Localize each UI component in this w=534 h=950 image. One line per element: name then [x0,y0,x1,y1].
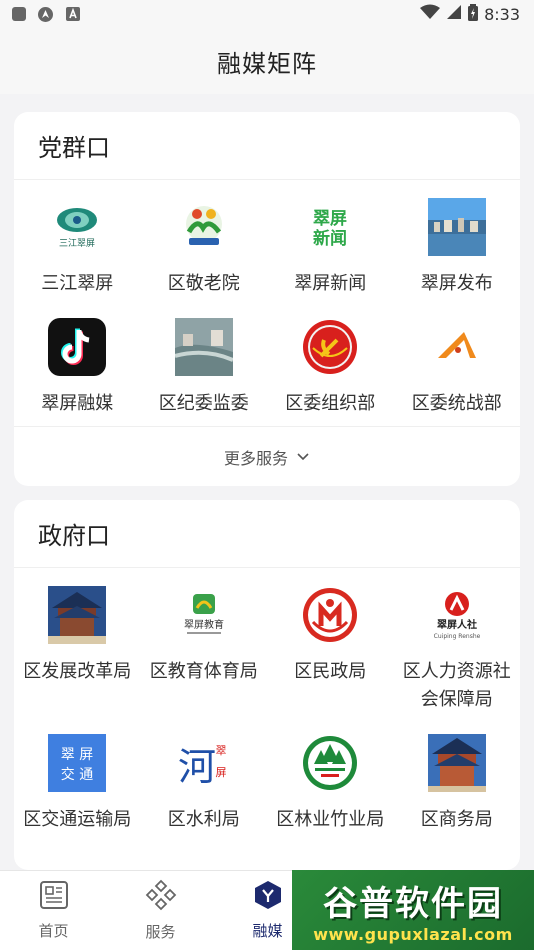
elderly-home-logo-icon [174,198,233,256]
forestry-logo-icon [301,734,360,792]
party-item-label: 区委统战部 [411,393,502,414]
svg-text:Cuiping Renshe: Cuiping Renshe [433,633,480,640]
commerce-logo-icon [427,734,486,792]
nav-home[interactable]: 首页 [0,871,107,950]
development-reform-logo-icon [48,586,107,644]
gov-item-transport[interactable]: 翠 屏 交 通 区交通运输局 [14,722,141,870]
home-doc-icon [39,880,69,914]
cuiping-news-logo-icon: 翠屏 新闻 [301,198,360,256]
chevron-down-icon [296,447,310,466]
party-item-label: 区委组织部 [285,393,376,414]
gov-item-human-resources[interactable]: 翠屏人社 Cuiping Renshe 区人力资源社会保障局 [394,574,521,722]
notification-square-icon [10,6,27,23]
svg-text:河: 河 [178,745,216,789]
gov-item-water-resources[interactable]: 河 翠 屏 区水利局 [141,722,268,870]
tiktok-logo-icon [48,318,107,376]
page-title: 融媒矩阵 [217,49,317,78]
discipline-commission-logo-icon [174,318,233,376]
gov-item-forestry[interactable]: 区林业竹业局 [267,722,394,870]
gov-grid: 区发展改革局 翠屏教育 区教育体育局 区民政局 翠屏人社 Cuiping Ren… [14,568,520,870]
svg-text:交 通: 交 通 [61,766,93,783]
party-emblem-icon [301,318,360,376]
svg-text:屏: 屏 [215,766,226,779]
media-hex-icon [253,880,283,914]
gov-item-label: 区林业竹业局 [276,809,385,830]
water-resources-logo-icon: 河 翠 屏 [174,734,233,792]
cuiping-release-logo-icon [427,198,486,256]
gov-item-label: 区商务局 [420,809,493,830]
transport-logo-icon: 翠 屏 交 通 [48,734,107,792]
party-item-discipline-commission[interactable]: 区纪委监委 [141,306,268,426]
party-item-label: 翠屏融媒 [41,393,114,414]
party-item-organization[interactable]: 区委组织部 [267,306,394,426]
party-grid: 三江翠屏 三江翠屏 区敬老院 翠屏 新闻 翠屏新闻 翠屏发布 翠屏融媒 区纪委监… [14,180,520,426]
more-services-label: 更多服务 [223,448,288,468]
party-item-label: 翠屏发布 [420,273,493,294]
title-bar: 融媒矩阵 [0,28,534,94]
party-item-cuiping-news[interactable]: 翠屏 新闻 翠屏新闻 [267,186,394,306]
party-item-label: 翠屏新闻 [294,273,367,294]
services-diamond-icon [145,879,177,915]
party-item-label: 三江翠屏 [41,273,114,294]
party-item-cuiping-release[interactable]: 翠屏发布 [394,186,521,306]
gov-section-card: 政府口 区发展改革局 翠屏教育 区教育体育局 区民政局 翠屏人社 Cuiping… [14,500,520,870]
gov-item-label: 区民政局 [294,661,367,682]
civil-affairs-logo-icon [301,586,360,644]
gov-item-label: 区发展改革局 [23,661,132,682]
party-item-label: 区敬老院 [167,273,240,294]
font-app-icon [64,6,81,23]
watermark-url: www.gupuxlazal.com [313,925,513,944]
gov-item-civil-affairs[interactable]: 区民政局 [267,574,394,722]
party-section-card: 党群口 三江翠屏 三江翠屏 区敬老院 翠屏 新闻 翠屏新闻 翠屏发布 翠屏融媒 … [14,112,520,486]
sanjiang-cuiping-logo-icon: 三江翠屏 [48,198,107,256]
human-resources-logo-icon: 翠屏人社 Cuiping Renshe [427,586,486,644]
party-item-cuiping-media[interactable]: 翠屏融媒 [14,306,141,426]
wifi-icon [420,4,441,24]
gov-item-development-reform[interactable]: 区发展改革局 [14,574,141,722]
gov-item-commerce[interactable]: 区商务局 [394,722,521,870]
section-title: 政府口 [38,522,110,550]
gov-item-label: 区教育体育局 [149,661,258,682]
svg-text:翠: 翠 [215,744,226,757]
svg-text:翠屏教育: 翠屏教育 [184,618,224,631]
watermark-banner: 谷普软件园 www.gupuxlazal.com [292,870,534,950]
gov-item-label: 区交通运输局 [23,809,132,830]
status-bar: 8:33 [0,0,534,28]
nav-services[interactable]: 服务 [107,871,214,950]
nav-media-label: 融媒 [252,922,283,940]
nav-home-label: 首页 [38,922,69,940]
united-front-logo-icon [427,318,486,376]
svg-text:新闻: 新闻 [313,228,347,249]
party-item-sanjiang-cuiping[interactable]: 三江翠屏 三江翠屏 [14,186,141,306]
education-sports-logo-icon: 翠屏教育 [174,586,233,644]
gov-item-education-sports[interactable]: 翠屏教育 区教育体育局 [141,574,268,722]
main-content[interactable]: 党群口 三江翠屏 三江翠屏 区敬老院 翠屏 新闻 翠屏新闻 翠屏发布 翠屏融媒 … [0,94,534,870]
nav-services-label: 服务 [145,923,176,941]
more-services-button[interactable]: 更多服务 [14,426,520,486]
party-section-header: 党群口 [14,112,520,180]
gov-section-header: 政府口 [14,500,520,568]
svg-text:翠 屏: 翠 屏 [61,747,93,763]
svg-text:翠屏人社: 翠屏人社 [437,618,477,631]
svg-text:翠屏: 翠屏 [313,209,347,229]
party-item-elderly-home[interactable]: 区敬老院 [141,186,268,306]
gov-item-label: 区人力资源社会保障局 [402,661,511,710]
battery-icon [468,3,479,25]
compass-app-icon [37,6,54,23]
party-item-united-front[interactable]: 区委统战部 [394,306,521,426]
watermark-title: 谷普软件园 [323,884,503,924]
section-title: 党群口 [38,134,110,162]
gov-item-label: 区水利局 [167,809,240,830]
party-item-label: 区纪委监委 [158,393,249,414]
signal-icon [446,4,462,24]
svg-text:三江翠屏: 三江翠屏 [59,238,95,249]
status-time: 8:33 [484,4,520,24]
